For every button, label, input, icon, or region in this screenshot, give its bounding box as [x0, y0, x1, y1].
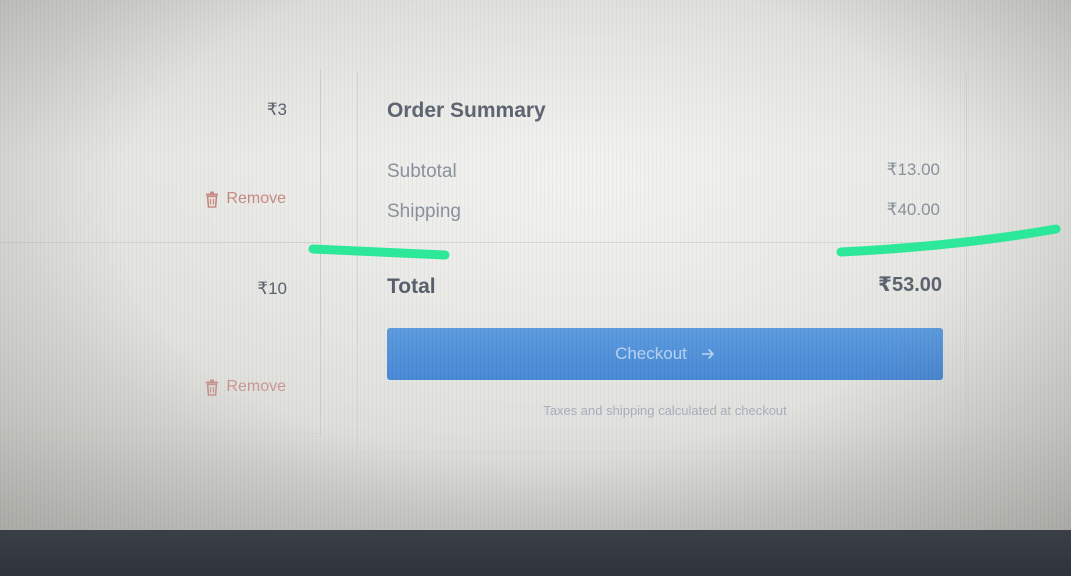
subtotal-value: ₹13.00 [886, 160, 940, 179]
remove-label: Remove [226, 190, 286, 207]
shipping-value: ₹40.00 [886, 200, 940, 219]
arrow-right-icon [701, 348, 715, 360]
trash-icon [204, 379, 220, 396]
order-summary-title: Order Summary [387, 99, 546, 122]
cart-items-panel: ₹3 Remove ₹10 Remove [0, 70, 321, 435]
checkout-label: Checkout [615, 344, 687, 363]
screen: ₹3 Remove ₹10 Remove Order Summary Subto… [0, 0, 1071, 530]
total-label: Total [387, 275, 436, 298]
shipping-label: Shipping [387, 201, 461, 222]
cart-item-row: ₹10 Remove [0, 243, 320, 434]
order-summary-card: Order Summary Subtotal ₹13.00 Shipping ₹… [357, 72, 967, 453]
remove-button[interactable]: Remove [204, 190, 286, 208]
subtotal-label: Subtotal [387, 161, 457, 182]
checkout-note: Taxes and shipping calculated at checkou… [543, 403, 787, 418]
checkout-button[interactable]: Checkout [387, 328, 943, 380]
summary-divider [387, 242, 939, 243]
cart-item-row: ₹3 Remove [0, 70, 320, 243]
trash-icon [204, 191, 220, 208]
total-value: ₹53.00 [878, 274, 942, 296]
remove-button[interactable]: Remove [204, 378, 286, 396]
remove-label: Remove [226, 378, 286, 395]
item-price: ₹3 [266, 100, 287, 119]
monitor-bezel [0, 530, 1071, 576]
item-price: ₹10 [257, 279, 287, 298]
